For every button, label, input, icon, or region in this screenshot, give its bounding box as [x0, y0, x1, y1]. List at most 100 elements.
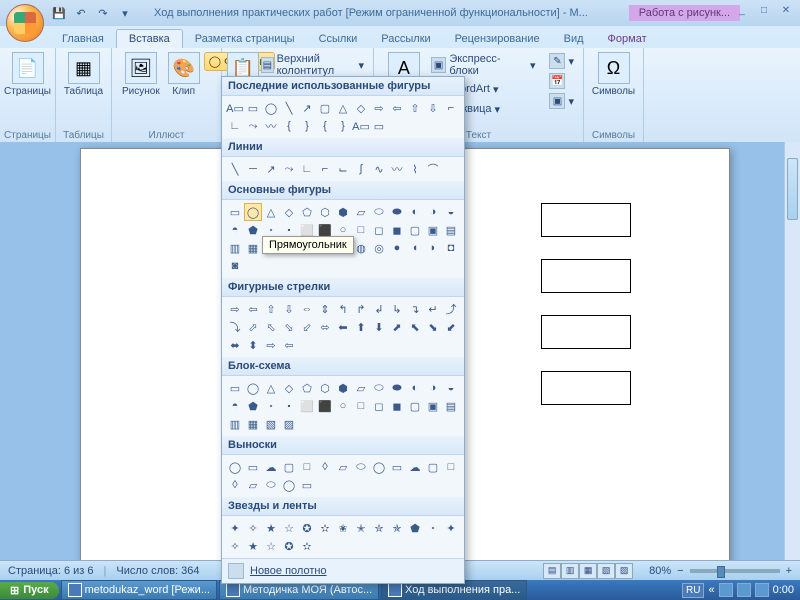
shape-option[interactable]: ⇨ [370, 99, 388, 117]
shape-option[interactable]: ╲ [280, 99, 298, 117]
shape-option[interactable]: ⌒ [424, 160, 442, 178]
shape-option[interactable]: ◖ [406, 239, 424, 257]
shape-option[interactable]: ▥ [226, 239, 244, 257]
shape-option[interactable]: ▢ [424, 458, 442, 476]
close-icon[interactable]: ✕ [776, 2, 796, 18]
tab-insert[interactable]: Вставка [116, 29, 183, 48]
shape-option[interactable]: ▱ [352, 379, 370, 397]
shape-option[interactable]: ⬡ [316, 379, 334, 397]
shape-option[interactable]: ⬞ [262, 397, 280, 415]
new-canvas-button[interactable]: Новое полотно [222, 558, 464, 583]
shape-option[interactable]: ⬭ [262, 476, 280, 494]
shape-option[interactable]: ⬭ [370, 379, 388, 397]
shape-option[interactable]: ★ [244, 537, 262, 555]
view-print-icon[interactable]: ▤ [543, 563, 561, 579]
tab-view[interactable]: Вид [552, 30, 596, 48]
shape-option[interactable]: ⬟ [244, 397, 262, 415]
shape-option[interactable]: } [334, 117, 352, 135]
shape-option[interactable]: ⬁ [262, 318, 280, 336]
shape-option[interactable]: ☆ [280, 519, 298, 537]
shape-option[interactable]: ⬉ [406, 318, 424, 336]
shape-option[interactable]: ✪ [280, 537, 298, 555]
shape-option[interactable]: ◇ [352, 99, 370, 117]
shape-option[interactable]: ⬟ [244, 221, 262, 239]
tab-home[interactable]: Главная [50, 30, 116, 48]
shape-option[interactable]: □ [352, 397, 370, 415]
shape-option[interactable]: ○ [334, 397, 352, 415]
shape-option[interactable]: ⤳ [244, 117, 262, 135]
shape-option[interactable]: ◼ [388, 397, 406, 415]
shape-option[interactable]: ☁ [262, 458, 280, 476]
shape-option[interactable]: ◓ [226, 397, 244, 415]
shape-option[interactable]: ↳ [388, 300, 406, 318]
shape-option[interactable]: ⬆ [352, 318, 370, 336]
shape-option[interactable]: ╲ [226, 160, 244, 178]
shape-option[interactable]: ⌇ [406, 160, 424, 178]
maximize-icon[interactable]: □ [754, 2, 774, 18]
shape-option[interactable]: } [298, 117, 316, 135]
shape-option[interactable]: ▱ [244, 476, 262, 494]
shape-option[interactable]: ⬠ [298, 379, 316, 397]
shape-option[interactable]: ◊ [316, 458, 334, 476]
shape-option[interactable]: ⬇ [370, 318, 388, 336]
shape-option[interactable]: □ [352, 221, 370, 239]
shape-rect-2[interactable] [541, 259, 631, 293]
shape-option[interactable]: ▭ [370, 117, 388, 135]
shape-option[interactable]: ◓ [226, 221, 244, 239]
shape-option[interactable]: ◇ [280, 379, 298, 397]
shape-option[interactable]: ▭ [244, 99, 262, 117]
shape-option[interactable]: ▥ [226, 415, 244, 433]
shape-option[interactable]: ▦ [244, 415, 262, 433]
minimize-icon[interactable]: _ [732, 2, 752, 18]
shape-option[interactable]: ◘ [442, 239, 460, 257]
language-indicator[interactable]: RU [682, 583, 704, 598]
tray-icon-2[interactable] [737, 583, 751, 597]
shape-option[interactable]: ▭ [298, 476, 316, 494]
shape-option[interactable]: ● [388, 239, 406, 257]
tray-expand-icon[interactable]: « [708, 584, 714, 596]
shape-rect-3[interactable] [541, 315, 631, 349]
shape-option[interactable]: ↗ [262, 160, 280, 178]
shape-option[interactable]: ✬ [334, 519, 352, 537]
clip-button[interactable]: 🎨 Клип [164, 50, 204, 99]
shape-option[interactable]: ⬈ [388, 318, 406, 336]
shape-option[interactable]: ⬜ [298, 397, 316, 415]
shape-option[interactable]: ▢ [280, 458, 298, 476]
shape-option[interactable]: ⬂ [280, 318, 298, 336]
shape-option[interactable]: ⇧ [262, 300, 280, 318]
shape-option[interactable]: 〰 [262, 117, 280, 135]
shape-option[interactable]: ▤ [442, 221, 460, 239]
shape-option[interactable]: ⬢ [334, 203, 352, 221]
shape-option[interactable]: ⬞ [424, 519, 442, 537]
shape-option[interactable]: ⇔ [298, 300, 316, 318]
shape-option[interactable]: ↲ [370, 300, 388, 318]
shape-option[interactable]: ↵ [424, 300, 442, 318]
shape-option[interactable]: ✧ [244, 519, 262, 537]
shape-option[interactable]: ✦ [442, 519, 460, 537]
shape-option[interactable]: ∟ [226, 117, 244, 135]
tab-review[interactable]: Рецензирование [443, 30, 552, 48]
qat-redo-icon[interactable]: ↷ [94, 4, 112, 22]
shape-option[interactable]: ▧ [262, 415, 280, 433]
shape-option[interactable]: △ [262, 379, 280, 397]
shape-option[interactable]: ✯ [388, 519, 406, 537]
shape-option[interactable]: ⌐ [442, 99, 460, 117]
shape-option[interactable]: ⬟ [406, 519, 424, 537]
tab-format[interactable]: Формат [596, 30, 659, 48]
shape-option[interactable]: ◊ [226, 476, 244, 494]
shape-option[interactable]: ⇩ [424, 99, 442, 117]
shape-option[interactable]: ⬋ [442, 318, 460, 336]
shape-option[interactable]: ⇩ [280, 300, 298, 318]
shape-option[interactable]: ⬬ [388, 379, 406, 397]
shape-option[interactable]: ⤵ [226, 318, 244, 336]
shape-option[interactable]: ⬃ [298, 318, 316, 336]
shape-option[interactable]: ∫ [352, 160, 370, 178]
shape-option[interactable]: ◒ [442, 379, 460, 397]
shape-option[interactable]: ▤ [442, 397, 460, 415]
shape-option[interactable]: ▭ [226, 203, 244, 221]
shape-option[interactable]: ✪ [298, 519, 316, 537]
quickparts-button[interactable]: ▣Экспресс-блоки ▾ [428, 52, 539, 78]
shape-option[interactable]: ◻ [370, 397, 388, 415]
tab-mailings[interactable]: Рассылки [369, 30, 442, 48]
shape-option[interactable]: ▭ [244, 458, 262, 476]
